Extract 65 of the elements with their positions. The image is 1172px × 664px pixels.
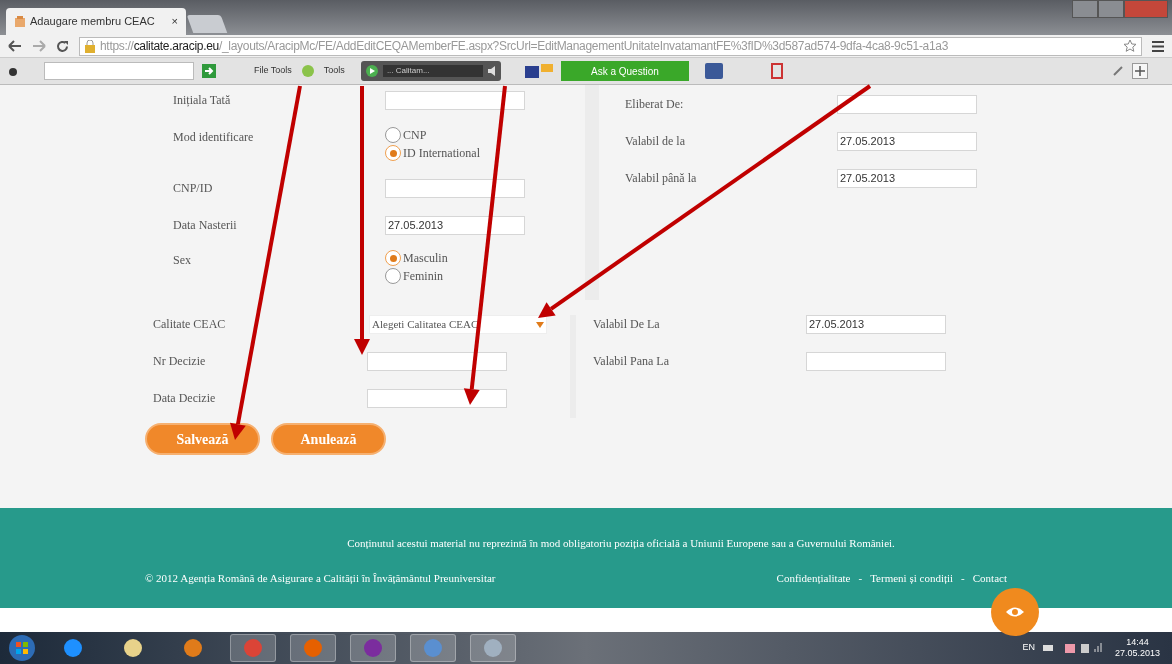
link-separator: - xyxy=(961,570,965,586)
input-field[interactable] xyxy=(837,95,977,114)
clock[interactable]: 14:44 27.05.2013 xyxy=(1110,637,1164,659)
field-label: Inițiala Tată xyxy=(173,92,232,109)
field-label: Data Nasterii xyxy=(173,217,238,234)
star-icon[interactable] xyxy=(1123,39,1137,53)
field-label: Valabil de la xyxy=(625,133,686,150)
maximize-button[interactable] xyxy=(1098,0,1124,18)
input-field[interactable] xyxy=(367,352,507,371)
footer-disclaimer: Conținutul acestui material nu reprezintă în mod obligatoriu poziția oficială a Uniunii Europene sau a Guvernului României. xyxy=(346,536,896,551)
tools-menu[interactable]: Tools xyxy=(323,64,345,78)
tray-icons-drawing[interactable] xyxy=(1042,642,1103,654)
radio-label: Masculin xyxy=(403,250,448,268)
radio-label: ID International xyxy=(403,145,480,163)
add-icon[interactable] xyxy=(1132,63,1148,79)
back-icon[interactable] xyxy=(8,40,22,52)
reload-icon[interactable] xyxy=(56,39,69,53)
radio-button[interactable] xyxy=(385,145,401,162)
field-label: Sex xyxy=(173,252,192,270)
input-field[interactable]: 27.05.2013 xyxy=(806,315,946,334)
language-indicator[interactable]: EN xyxy=(1022,641,1035,655)
tab-title: Adaugare membru CEAC xyxy=(30,14,156,30)
field-label: Valabil Pana La xyxy=(593,353,670,370)
eye-icon xyxy=(1005,606,1025,618)
start-button[interactable] xyxy=(8,634,36,662)
radio-button[interactable] xyxy=(385,268,401,285)
minimize-button[interactable] xyxy=(1072,0,1098,18)
tab-close-button[interactable]: × xyxy=(171,13,178,30)
caret-icon xyxy=(536,321,544,328)
radio-button[interactable] xyxy=(385,250,401,267)
radio-button[interactable] xyxy=(385,127,401,144)
browser-tab[interactable]: Adaugare membru CEAC × xyxy=(6,8,186,35)
input-field[interactable] xyxy=(806,352,946,371)
input-field[interactable] xyxy=(367,389,507,408)
field-label: Data Decizie xyxy=(153,390,217,407)
menu-icon[interactable] xyxy=(1152,40,1164,52)
url-text: https://calitate.aracip.eu/_layouts/AracipMc/FE/AddEditCEQAMemberFE.aspx?SrcUrl=EditManagementUnitateInvatamantFE%3fID%3d587ad574-9dfa-4ca8-9c51-a1a3 xyxy=(100,38,949,55)
input-field[interactable]: 27.05.2013 xyxy=(837,169,977,188)
wrench-icon[interactable] xyxy=(1112,65,1124,77)
play-icon[interactable] xyxy=(364,64,379,78)
file-tools-menu[interactable]: File Tools xyxy=(254,64,292,78)
field-label: Valabil De La xyxy=(593,316,661,333)
input-field[interactable]: 27.05.2013 xyxy=(385,216,525,235)
field-label: CNP/ID xyxy=(173,179,214,197)
new-tab-button[interactable] xyxy=(186,15,228,33)
media-title: ... Calitam... xyxy=(382,65,483,77)
field-label: Valabil până la xyxy=(625,170,698,187)
link-separator: - xyxy=(858,570,863,586)
speaker-icon[interactable] xyxy=(486,66,497,76)
go-icon[interactable] xyxy=(202,64,216,78)
field-label: Nr Decizie xyxy=(153,353,207,370)
input-field[interactable] xyxy=(385,91,525,110)
page-icon xyxy=(14,15,26,28)
radio-label: CNP xyxy=(403,127,427,145)
field-label: Calitate CEAC xyxy=(153,316,227,333)
address-bar[interactable]: https://calitate.aracip.eu/_layouts/AracipMc/FE/AddEditCEQAMemberFE.aspx?SrcUrl=EditManagementUnitateInvatamantFE%3fID%3d587ad574-9dfa-4ca8-9c51-a1a3 xyxy=(79,36,1142,56)
forward-icon[interactable] xyxy=(32,40,46,52)
input-field[interactable] xyxy=(385,178,525,198)
toolbar-search-field[interactable] xyxy=(44,62,194,80)
copyright-text: © 2012 Agenția Română de Asigurare a Calității în Învățământul Preuniversitar xyxy=(145,570,496,586)
field-label: Mod identificare xyxy=(173,129,255,147)
input-field[interactable]: 27.05.2013 xyxy=(837,132,977,151)
field-label: Eliberat De: xyxy=(625,96,685,113)
lock-icon xyxy=(84,39,96,53)
radio-label: Feminin xyxy=(403,268,443,286)
